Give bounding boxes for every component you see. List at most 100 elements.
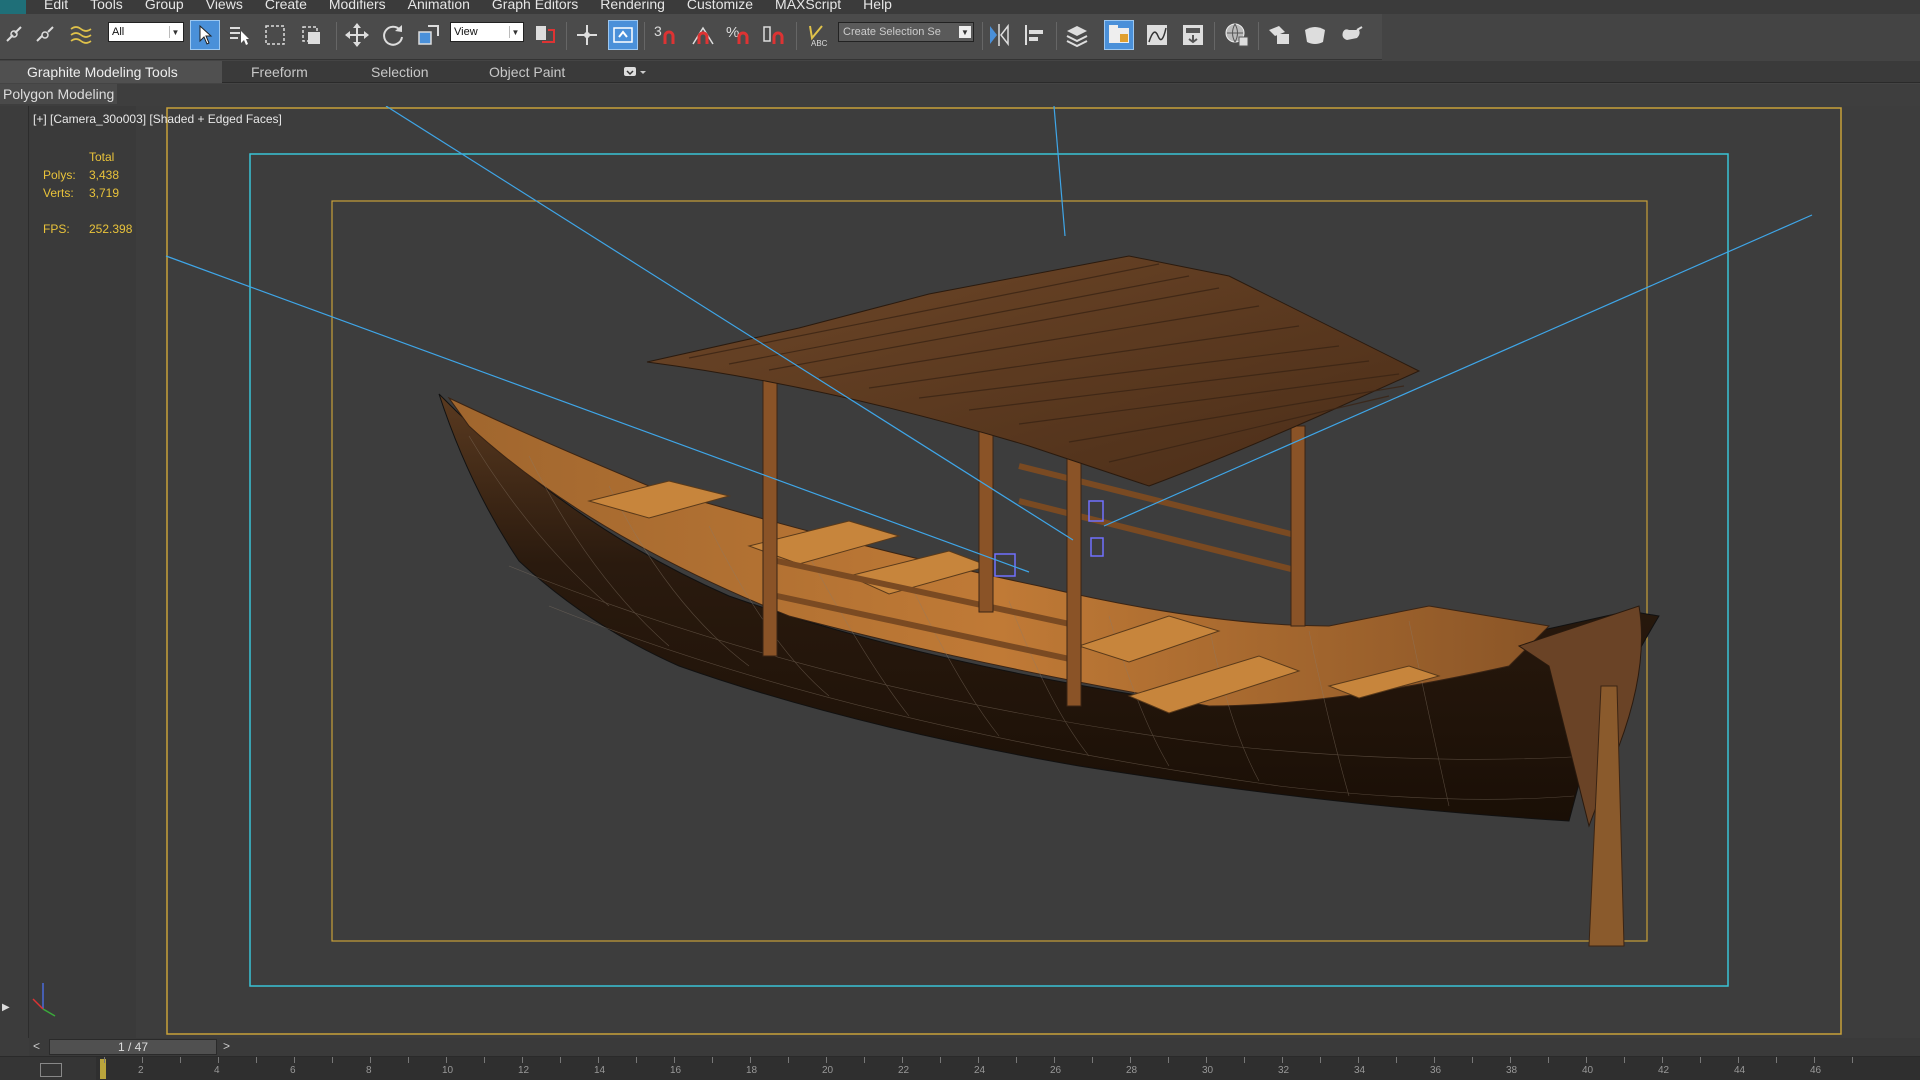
unlink-selection-icon[interactable] bbox=[30, 20, 60, 50]
track-tick bbox=[1510, 1057, 1511, 1063]
track-tick bbox=[750, 1057, 751, 1063]
scene-explorer-icon[interactable] bbox=[1104, 20, 1134, 50]
percent-snap-icon[interactable]: % bbox=[724, 20, 754, 50]
reference-coordinate-dropdown[interactable]: View ▼ bbox=[450, 22, 524, 42]
time-marker[interactable] bbox=[100, 1059, 106, 1079]
tab-object-paint[interactable]: Object Paint bbox=[462, 61, 592, 83]
track-tick-label: 24 bbox=[974, 1065, 986, 1076]
fps-label: FPS: bbox=[43, 222, 70, 236]
viewport-label[interactable]: [+] [Camera_30o003] [Shaded + Edged Face… bbox=[33, 112, 282, 126]
track-tick bbox=[446, 1057, 447, 1063]
pivot-center-icon[interactable] bbox=[530, 20, 560, 50]
track-tick-label: 12 bbox=[518, 1065, 530, 1076]
rendered-frame-window-icon[interactable] bbox=[1300, 20, 1330, 50]
menu-views[interactable]: Views bbox=[206, 0, 243, 11]
svg-text:%: % bbox=[726, 24, 739, 41]
edit-named-selection-icon[interactable]: ABC bbox=[802, 20, 832, 50]
select-by-name-icon[interactable] bbox=[224, 20, 254, 50]
tab-graphite-modeling-tools[interactable]: Graphite Modeling Tools bbox=[0, 61, 222, 83]
track-tick bbox=[484, 1057, 485, 1063]
rectangular-selection-icon[interactable] bbox=[260, 20, 290, 50]
viewport-canvas bbox=[29, 106, 1920, 1044]
snaps-toggle-icon[interactable]: 3 bbox=[652, 20, 682, 50]
track-tick-label: 36 bbox=[1430, 1065, 1442, 1076]
svg-text:3: 3 bbox=[654, 23, 662, 39]
select-and-link-icon[interactable] bbox=[0, 20, 30, 50]
track-tick-label: 32 bbox=[1278, 1065, 1290, 1076]
keyboard-shortcut-override-icon[interactable] bbox=[608, 20, 638, 50]
track-tick-label: 22 bbox=[898, 1065, 910, 1076]
move-icon[interactable] bbox=[342, 20, 372, 50]
menu-customize[interactable]: Customize bbox=[687, 0, 753, 11]
window-crossing-icon[interactable] bbox=[296, 20, 326, 50]
track-tick bbox=[180, 1057, 181, 1063]
selection-filter-dropdown[interactable]: All ▼ bbox=[108, 22, 184, 42]
menu-graph-editors[interactable]: Graph Editors bbox=[492, 0, 578, 11]
menu-help[interactable]: Help bbox=[863, 0, 892, 11]
menu-create[interactable]: Create bbox=[265, 0, 307, 11]
bind-to-space-warp-icon[interactable] bbox=[66, 20, 96, 50]
track-tick bbox=[1586, 1057, 1587, 1063]
track-tick bbox=[978, 1057, 979, 1063]
track-ruler[interactable]: 2 4 6 8 10 12 14 16 18 20 22 24 26 28 30 32 34 36 38 40 42 44… bbox=[96, 1057, 1920, 1080]
track-tick-label: 2 bbox=[138, 1065, 144, 1076]
track-tick bbox=[1168, 1057, 1169, 1063]
align-icon[interactable] bbox=[1020, 20, 1050, 50]
material-editor-icon[interactable] bbox=[1222, 20, 1252, 50]
rotate-icon[interactable] bbox=[378, 20, 408, 50]
svg-text:ABC: ABC bbox=[811, 39, 828, 48]
menu-rendering[interactable]: Rendering bbox=[600, 0, 665, 11]
prev-frame-button[interactable]: < bbox=[33, 1039, 40, 1053]
polys-label: Polys: bbox=[43, 168, 76, 182]
track-tick bbox=[1054, 1057, 1055, 1063]
track-tick bbox=[826, 1057, 827, 1063]
track-tick-label: 46 bbox=[1810, 1065, 1822, 1076]
expand-layout-icon[interactable]: ▶ bbox=[2, 1002, 10, 1013]
filmstrip-icon[interactable] bbox=[40, 1063, 62, 1077]
menu-edit[interactable]: Edit bbox=[44, 0, 68, 11]
curve-editor-icon[interactable] bbox=[1142, 20, 1172, 50]
track-tick bbox=[1700, 1057, 1701, 1063]
chevron-down-icon: ▼ bbox=[169, 26, 181, 38]
menu-group[interactable]: Group bbox=[145, 0, 184, 11]
polygon-modeling-panel-label[interactable]: Polygon Modeling bbox=[0, 84, 118, 104]
track-tick bbox=[1282, 1057, 1283, 1063]
track-tick-label: 44 bbox=[1734, 1065, 1746, 1076]
render-setup-icon[interactable] bbox=[1264, 20, 1294, 50]
track-tick bbox=[598, 1057, 599, 1063]
track-tick-label: 34 bbox=[1354, 1065, 1366, 1076]
named-selection-sets-dropdown[interactable]: Create Selection Se ▼ bbox=[838, 22, 974, 42]
menu-animation[interactable]: Animation bbox=[408, 0, 470, 11]
render-production-icon[interactable] bbox=[1336, 20, 1366, 50]
menu-modifiers[interactable]: Modifiers bbox=[329, 0, 386, 11]
schematic-view-icon[interactable] bbox=[1178, 20, 1208, 50]
track-tick bbox=[104, 1057, 105, 1063]
camera-viewport[interactable]: [+] [Camera_30o003] [Shaded + Edged Face… bbox=[29, 106, 1920, 1044]
app-menu-icon[interactable] bbox=[0, 0, 26, 14]
track-tick bbox=[636, 1057, 637, 1063]
track-tick bbox=[522, 1057, 523, 1063]
track-tick-label: 28 bbox=[1126, 1065, 1138, 1076]
next-frame-button[interactable]: > bbox=[223, 1039, 230, 1053]
ribbon-options-icon[interactable] bbox=[622, 65, 648, 79]
track-tick-label: 8 bbox=[366, 1065, 372, 1076]
track-tick-label: 6 bbox=[290, 1065, 296, 1076]
select-object-icon[interactable] bbox=[190, 20, 220, 50]
verts-value: 3,719 bbox=[89, 186, 120, 200]
layer-manager-icon[interactable] bbox=[1062, 20, 1092, 50]
track-tick-label: 26 bbox=[1050, 1065, 1062, 1076]
time-slider[interactable]: 1 / 47 bbox=[49, 1039, 217, 1055]
track-tick bbox=[1358, 1057, 1359, 1063]
menu-maxscript[interactable]: MAXScript bbox=[775, 0, 841, 11]
track-bar[interactable]: 2 4 6 8 10 12 14 16 18 20 22 24 26 28 30 32 34 36 38 40 42 44… bbox=[0, 1056, 1920, 1080]
mirror-icon[interactable] bbox=[984, 20, 1014, 50]
menu-tools[interactable]: Tools bbox=[90, 0, 123, 11]
track-tick bbox=[1434, 1057, 1435, 1063]
tab-freeform[interactable]: Freeform bbox=[224, 61, 332, 83]
select-and-manipulate-icon[interactable] bbox=[572, 20, 602, 50]
spinner-snap-icon[interactable] bbox=[760, 20, 790, 50]
track-tick bbox=[1814, 1057, 1815, 1063]
scale-icon[interactable] bbox=[414, 20, 444, 50]
tab-selection[interactable]: Selection bbox=[344, 61, 454, 83]
angle-snap-icon[interactable] bbox=[688, 20, 718, 50]
